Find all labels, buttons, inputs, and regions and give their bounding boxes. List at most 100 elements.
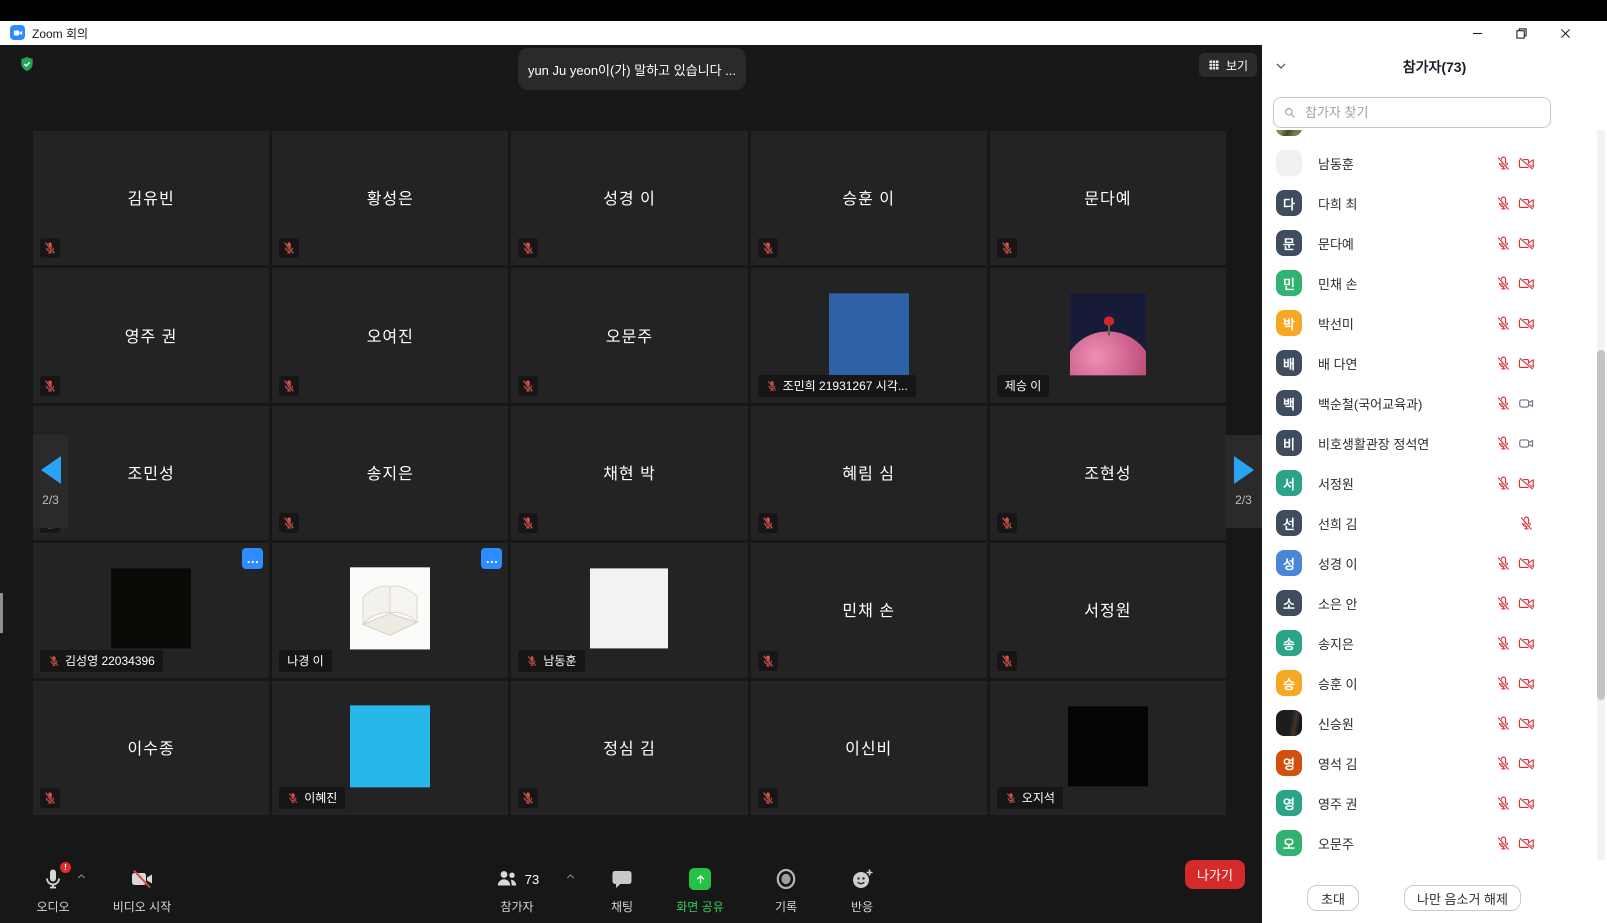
avatar: 박	[1276, 310, 1302, 336]
video-tile[interactable]: 민채 손	[751, 543, 987, 677]
participant-row[interactable]: 영영주 권	[1262, 783, 1596, 823]
participants-panel-title: 참가자(73)	[1262, 57, 1607, 77]
mic-muted-icon	[526, 654, 538, 668]
status-icons	[1495, 315, 1535, 332]
sidebar-scrollbar-thumb[interactable]	[1597, 350, 1605, 700]
video-tile[interactable]: 이혜진	[272, 681, 508, 815]
participant-row[interactable]: 선선희 김	[1262, 503, 1596, 543]
video-off-icon	[1518, 795, 1535, 812]
video-tile[interactable]: 나경 이 …	[272, 543, 508, 677]
video-tile[interactable]: 서정원	[990, 543, 1226, 677]
video-tile[interactable]: 송지은	[272, 406, 508, 540]
participant-row[interactable]: 민민채 손	[1262, 263, 1596, 303]
video-tile[interactable]: 승훈 이	[751, 131, 987, 265]
participants-button[interactable]: 73 참가자	[472, 866, 562, 915]
participant-row[interactable]: 소소은 안	[1262, 583, 1596, 623]
mic-muted-icon	[758, 513, 778, 533]
avatar: 성	[1276, 550, 1302, 576]
participant-row[interactable]: 영영석 김	[1262, 743, 1596, 783]
video-tile[interactable]: 오문주	[511, 268, 747, 402]
name-label: 남동훈	[518, 650, 584, 672]
participant-name: 송지은	[1318, 634, 1354, 653]
video-tile[interactable]: 오지석	[990, 681, 1226, 815]
screen-top-strip	[0, 0, 1607, 21]
more-options-button[interactable]: …	[242, 548, 263, 569]
video-tile[interactable]: 제승 이	[990, 268, 1226, 402]
video-tile[interactable]: 김성영 22034396…	[33, 543, 269, 677]
mic-muted-icon	[1495, 715, 1512, 732]
start-video-button[interactable]: 비디오 시작	[97, 866, 187, 915]
previous-page-control[interactable]: 2/3	[33, 435, 68, 528]
ask-unmute-button[interactable]: 나만 음소거 해제	[1404, 885, 1521, 911]
participant-row[interactable]: 승승훈 이	[1262, 663, 1596, 703]
video-tile[interactable]: 남동훈	[511, 543, 747, 677]
participant-search-input[interactable]	[1303, 104, 1541, 121]
participant-name: 채현 박	[511, 460, 747, 484]
participant-name: 이수종	[33, 735, 269, 759]
name-label: 제승 이	[997, 375, 1049, 397]
video-tile[interactable]: 혜림 심	[751, 406, 987, 540]
video-tile[interactable]: 성경 이	[511, 131, 747, 265]
more-options-button[interactable]: …	[481, 548, 502, 569]
participant-row[interactable]: 신승원	[1262, 703, 1596, 743]
participant-row[interactable]: 성성경 이	[1262, 543, 1596, 583]
reactions-button[interactable]: 반응	[817, 866, 907, 915]
video-tile[interactable]: 이수종	[33, 681, 269, 815]
minimize-button[interactable]	[1455, 21, 1499, 45]
video-tile[interactable]: 이신비	[751, 681, 987, 815]
participant-row[interactable]: 서서정원	[1262, 463, 1596, 503]
video-tile[interactable]: 오여진	[272, 268, 508, 402]
video-tile[interactable]: 조현성	[990, 406, 1226, 540]
audio-options-caret[interactable]	[76, 869, 87, 887]
participants-options-caret[interactable]	[565, 869, 576, 887]
participant-row[interactable]: 오오문주	[1262, 823, 1596, 860]
mic-muted-icon	[279, 376, 299, 396]
mic-muted-icon	[518, 376, 538, 396]
video-tile[interactable]: 영주 권	[33, 268, 269, 402]
participant-name: 서정원	[990, 597, 1226, 621]
security-shield-icon[interactable]	[19, 55, 35, 73]
video-tile[interactable]: 채현 박	[511, 406, 747, 540]
name-label: 나경 이	[279, 650, 331, 672]
video-tile[interactable]: 황성은	[272, 131, 508, 265]
close-button[interactable]	[1543, 21, 1587, 45]
video-tile[interactable]: 정심 김	[511, 681, 747, 815]
participant-name: 오지석	[1022, 789, 1055, 806]
participant-row[interactable]	[1262, 130, 1596, 143]
participant-row[interactable]: 남동훈	[1262, 143, 1596, 183]
invite-button[interactable]: 초대	[1307, 885, 1359, 911]
view-button[interactable]: 보기	[1199, 53, 1257, 77]
participant-row[interactable]: 박박선미	[1262, 303, 1596, 343]
participant-name: 조민성	[33, 460, 269, 484]
avatar: 오	[1276, 830, 1302, 856]
avatar: 영	[1276, 750, 1302, 776]
share-screen-label: 화면 공유	[676, 898, 724, 915]
share-screen-button[interactable]: 화면 공유	[655, 866, 745, 915]
participant-row[interactable]: 다다희 최	[1262, 183, 1596, 223]
participant-row[interactable]: 문문다예	[1262, 223, 1596, 263]
participant-row[interactable]: 비비호생활관장 정석연	[1262, 423, 1596, 463]
participant-row[interactable]: 배배 다연	[1262, 343, 1596, 383]
participant-row[interactable]: 송송지은	[1262, 623, 1596, 663]
chat-button[interactable]: 채팅	[577, 866, 667, 915]
mic-muted-icon	[1495, 235, 1512, 252]
restore-button[interactable]	[1499, 21, 1543, 45]
next-page-control[interactable]: 2/3	[1225, 435, 1262, 528]
video-tile[interactable]: 김유빈	[33, 131, 269, 265]
planet-sphere	[1070, 331, 1146, 375]
video-tile[interactable]: 문다예	[990, 131, 1226, 265]
mic-muted-icon	[1495, 435, 1512, 452]
video-off-icon	[1518, 835, 1535, 852]
video-tile[interactable]: 조민희 21931267 시각...	[751, 268, 987, 402]
video-tile[interactable]: 조민성	[33, 406, 269, 540]
zoom-meeting-window: Zoom 회의 yun Ju yeon이(가) 말하고 있습니다 ... 보기 …	[0, 0, 1607, 923]
participant-row[interactable]: 백백순철(국어교육과)	[1262, 383, 1596, 423]
next-page-arrow-icon[interactable]	[1234, 456, 1254, 484]
mic-muted-icon	[1495, 395, 1512, 412]
leave-meeting-button[interactable]: 나가기	[1185, 860, 1245, 889]
participant-search-box[interactable]	[1273, 97, 1551, 128]
participant-name: 오문주	[511, 322, 747, 346]
audio-alert-badge: !	[60, 862, 71, 873]
previous-page-arrow-icon[interactable]	[41, 456, 61, 484]
left-panel-handle[interactable]	[0, 593, 3, 633]
